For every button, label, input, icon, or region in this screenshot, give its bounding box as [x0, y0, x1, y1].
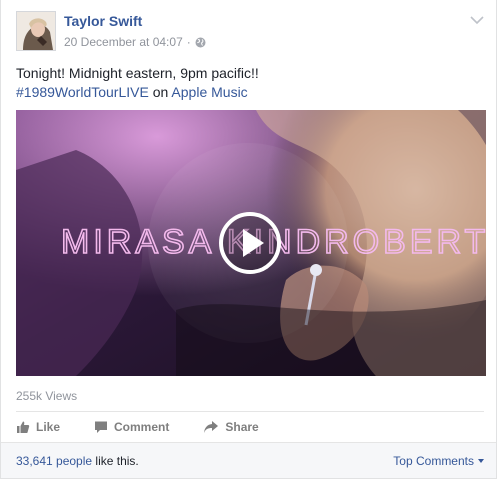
post-text-on: on: [148, 84, 172, 100]
like-label: Like: [36, 420, 61, 434]
share-label: Share: [225, 420, 259, 434]
video-player[interactable]: MIRASA KINDROBERT: [16, 110, 486, 376]
post-text: Tonight! Midnight eastern, 9pm pacific!!…: [16, 64, 259, 102]
post-meta: 20 December at 04:07 ·: [64, 35, 206, 49]
caret-down-icon: [478, 459, 484, 463]
post-options-chevron-icon[interactable]: [470, 12, 484, 25]
share-arrow-icon: [204, 421, 219, 433]
top-comments-label: Top Comments: [393, 454, 474, 468]
apple-music-link[interactable]: Apple Music: [171, 84, 247, 100]
like-button[interactable]: Like: [16, 420, 60, 434]
divider: [16, 411, 484, 412]
author-name[interactable]: Taylor Swift: [64, 13, 142, 29]
comment-button[interactable]: Comment: [94, 420, 169, 434]
likes-count-link[interactable]: 33,641 people: [16, 454, 92, 468]
post-text-line1: Tonight! Midnight eastern, 9pm pacific!!: [16, 65, 259, 81]
share-button[interactable]: Share: [203, 420, 259, 434]
comment-icon: [95, 421, 108, 433]
play-icon[interactable]: [218, 211, 282, 275]
post-footer: 33,641 people like this. Top Comments: [1, 442, 496, 478]
meta-separator: ·: [186, 35, 191, 49]
post-actions: Like Comment Share: [16, 420, 259, 434]
video-view-count: 255k Views: [16, 389, 78, 403]
likes-suffix: like this.: [92, 454, 139, 468]
likes-summary: 33,641 people like this.: [16, 454, 139, 468]
globe-icon: [195, 37, 206, 48]
feed-post: Taylor Swift 20 December at 04:07 · Toni…: [0, 0, 497, 479]
post-timestamp[interactable]: 20 December at 04:07: [64, 35, 183, 49]
thumbs-up-icon: [17, 421, 30, 433]
hashtag-link[interactable]: #1989WorldTourLIVE: [16, 84, 149, 100]
comment-label: Comment: [114, 420, 170, 434]
top-comments-dropdown[interactable]: Top Comments: [393, 454, 484, 468]
avatar[interactable]: [16, 11, 56, 51]
post-text-line2: #1989WorldTourLIVE on Apple Music: [16, 83, 259, 102]
